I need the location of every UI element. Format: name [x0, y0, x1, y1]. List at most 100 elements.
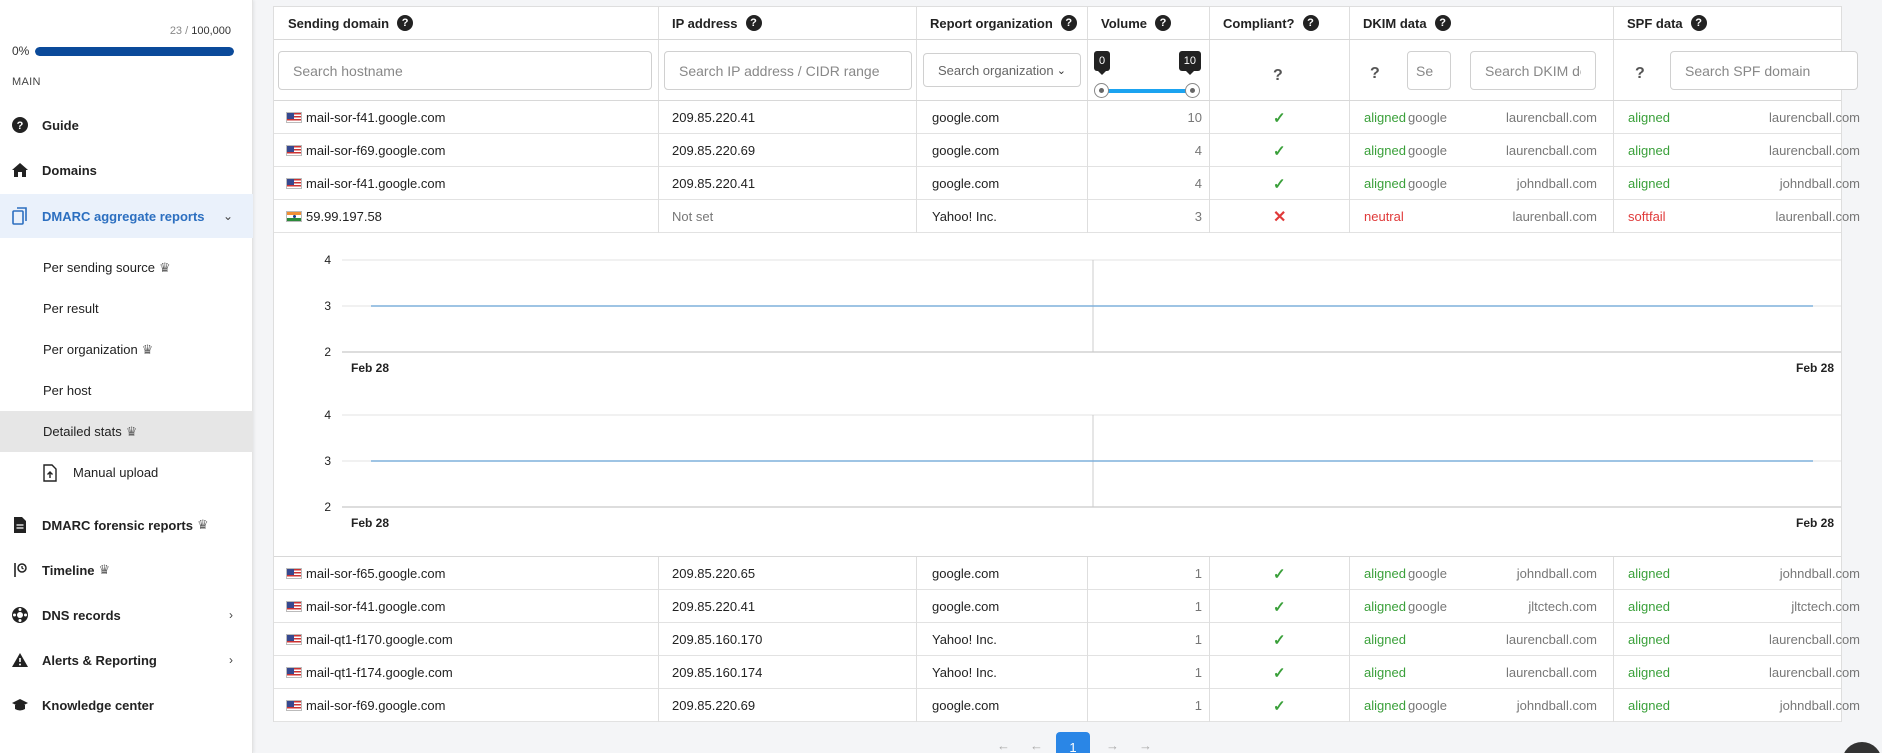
sending-domain-cell: mail-qt1-f174.google.com	[286, 656, 453, 689]
ip-search-input[interactable]	[664, 51, 912, 90]
header-label: Sending domain	[288, 15, 390, 31]
help-circle-icon: ?	[11, 116, 29, 134]
dkim-selector: google	[1408, 599, 1448, 614]
table-row[interactable]: mail-qt1-f170.google.com 209.85.160.170 Ya…	[274, 623, 1860, 656]
nav-dmarc-aggregate[interactable]: DMARC aggregate reports ⌄	[0, 194, 253, 238]
spf-result-filter-unknown[interactable]: ?	[1635, 65, 1645, 83]
first-page-button[interactable]: ←	[997, 738, 1010, 753]
x-tick-label: Feb 28	[351, 361, 389, 375]
slider-min-handle[interactable]	[1094, 83, 1109, 98]
dkim-selector-search-input[interactable]	[1407, 51, 1451, 90]
hostname: 59.99.197.58	[306, 209, 382, 224]
page-current-button[interactable]: 1	[1056, 732, 1090, 753]
header-dkim-data[interactable]: DKIM data?	[1349, 7, 1613, 40]
organization-select[interactable]: Search organization ⌄	[923, 53, 1081, 87]
sub-label: Per organization	[43, 342, 138, 357]
column-divider	[1349, 557, 1350, 722]
sending-domain-cell: mail-sor-f41.google.com	[286, 101, 445, 134]
header-sending-domain[interactable]: Sending domain?	[274, 7, 658, 40]
chevron-right-icon: ›	[229, 653, 233, 667]
slider-max-handle[interactable]	[1185, 83, 1200, 98]
nav-dns-records[interactable]: DNS records ›	[0, 593, 253, 637]
help-icon[interactable]: ?	[1060, 15, 1077, 31]
dkim-domain: johndball.com	[1516, 566, 1597, 581]
column-divider	[1209, 557, 1210, 722]
nav-knowledge-center[interactable]: Knowledge center	[0, 683, 253, 727]
header-ip-address[interactable]: IP address?	[658, 7, 916, 40]
progress-label: 0%	[12, 44, 30, 58]
spf-result: aligned	[1628, 176, 1670, 191]
sub-per-sending-source[interactable]: Per sending source ♛	[0, 247, 253, 288]
nav-guide[interactable]: ? Guide	[0, 103, 253, 147]
nav-domains[interactable]: Domains	[0, 148, 253, 192]
dkim-result: aligned	[1364, 176, 1406, 191]
quota-counter: 23 / 100,000	[169, 25, 231, 37]
table-row[interactable]: mail-sor-f69.google.com 209.85.220.69 goog…	[274, 689, 1860, 722]
column-divider	[1087, 557, 1088, 722]
nav-timeline[interactable]: Timeline ♛	[0, 548, 253, 592]
sub-detailed-stats[interactable]: Detailed stats ♛	[0, 411, 253, 452]
help-icon[interactable]: ?	[397, 15, 414, 31]
sending-domain-cell: mail-sor-f65.google.com	[286, 557, 445, 590]
spf-domain: laurencball.com	[1768, 110, 1860, 125]
volume: 4	[1194, 176, 1202, 191]
spf-result: aligned	[1628, 698, 1670, 713]
table-row[interactable]: mail-sor-f65.google.com 209.85.220.65 goog…	[274, 557, 1860, 590]
nav-dmarc-forensic[interactable]: DMARC forensic reports ♛	[0, 503, 253, 547]
country-flag-icon	[286, 178, 302, 189]
country-flag-icon	[286, 112, 302, 123]
nav-alerts-reporting[interactable]: Alerts & Reporting ›	[0, 638, 253, 682]
last-page-button[interactable]: →	[1139, 738, 1152, 753]
prev-page-button[interactable]: ←	[1030, 738, 1043, 753]
volume-range-slider[interactable]: 0 10	[1093, 47, 1201, 98]
spf-domain-search-input[interactable]	[1670, 51, 1858, 90]
dkim-selector: google	[1408, 143, 1448, 158]
quota-used: 23	[169, 25, 183, 37]
help-icon[interactable]: ?	[1434, 15, 1451, 31]
dkim-domain: jltctech.com	[1528, 599, 1597, 614]
table-row[interactable]: mail-qt1-f174.google.com 209.85.160.174 Ya…	[274, 656, 1860, 689]
next-page-button[interactable]: →	[1106, 738, 1119, 753]
sub-per-result[interactable]: Per result	[0, 288, 253, 329]
document-icon	[11, 516, 29, 534]
header-label: SPF data	[1627, 15, 1683, 31]
help-icon[interactable]: ?	[1690, 15, 1707, 31]
hostname: mail-sor-f41.google.com	[306, 599, 446, 614]
sub-per-organization[interactable]: Per organization ♛	[0, 329, 253, 370]
chevron-down-icon: ⌄	[1056, 64, 1066, 77]
column-divider	[916, 557, 917, 722]
help-icon[interactable]: ?	[1155, 15, 1171, 31]
dkim-domain-search-input[interactable]	[1470, 51, 1596, 90]
table-row[interactable]: mail-sor-f41.google.com 209.85.220.41 goog…	[274, 167, 1860, 200]
home-icon	[11, 161, 29, 179]
spf-result: aligned	[1628, 110, 1670, 125]
nav-label: Domains	[42, 162, 97, 178]
table-row[interactable]: mail-sor-f69.google.com 209.85.220.69 goog…	[274, 134, 1860, 167]
volume-chart: 4 3 2 Feb 28 Feb 28	[274, 240, 1841, 395]
sending-domain-cell: mail-sor-f41.google.com	[286, 590, 445, 623]
table-row[interactable]: 59.99.197.58 Not set Yahoo! Inc. 3 ✕ neutral l…	[274, 200, 1860, 233]
table-row[interactable]: mail-sor-f41.google.com 209.85.220.41 goog…	[274, 101, 1860, 134]
check-icon: ✓	[1273, 598, 1286, 616]
country-flag-icon	[286, 634, 302, 645]
dkim-result-filter-unknown[interactable]: ?	[1370, 65, 1380, 83]
sub-per-host[interactable]: Per host	[0, 370, 253, 411]
compliant-filter-unknown[interactable]: ?	[1273, 67, 1283, 85]
crown-icon: ♛	[141, 341, 154, 357]
help-icon[interactable]: ?	[1302, 15, 1319, 31]
sub-manual-upload[interactable]: Manual upload	[0, 452, 253, 493]
header-volume[interactable]: Volume?	[1087, 7, 1209, 40]
spf-result: aligned	[1628, 566, 1670, 581]
section-label: MAIN	[12, 76, 41, 88]
ip-address: 209.85.220.69	[672, 143, 756, 158]
hostname-search-input[interactable]	[278, 51, 652, 90]
volume-chart: 4 3 2 Feb 28 Feb 28	[274, 395, 1841, 550]
report-organization: Yahoo! Inc.	[932, 209, 997, 224]
header-spf-data[interactable]: SPF data?	[1613, 7, 1841, 40]
header-report-organization[interactable]: Report organization?	[916, 7, 1087, 40]
header-compliant[interactable]: Compliant??	[1209, 7, 1349, 40]
crown-icon: ♛	[125, 423, 138, 439]
table-row[interactable]: mail-sor-f41.google.com 209.85.220.41 goog…	[274, 590, 1860, 623]
chat-widget-button[interactable]	[1842, 742, 1882, 753]
help-icon[interactable]: ?	[745, 15, 762, 31]
